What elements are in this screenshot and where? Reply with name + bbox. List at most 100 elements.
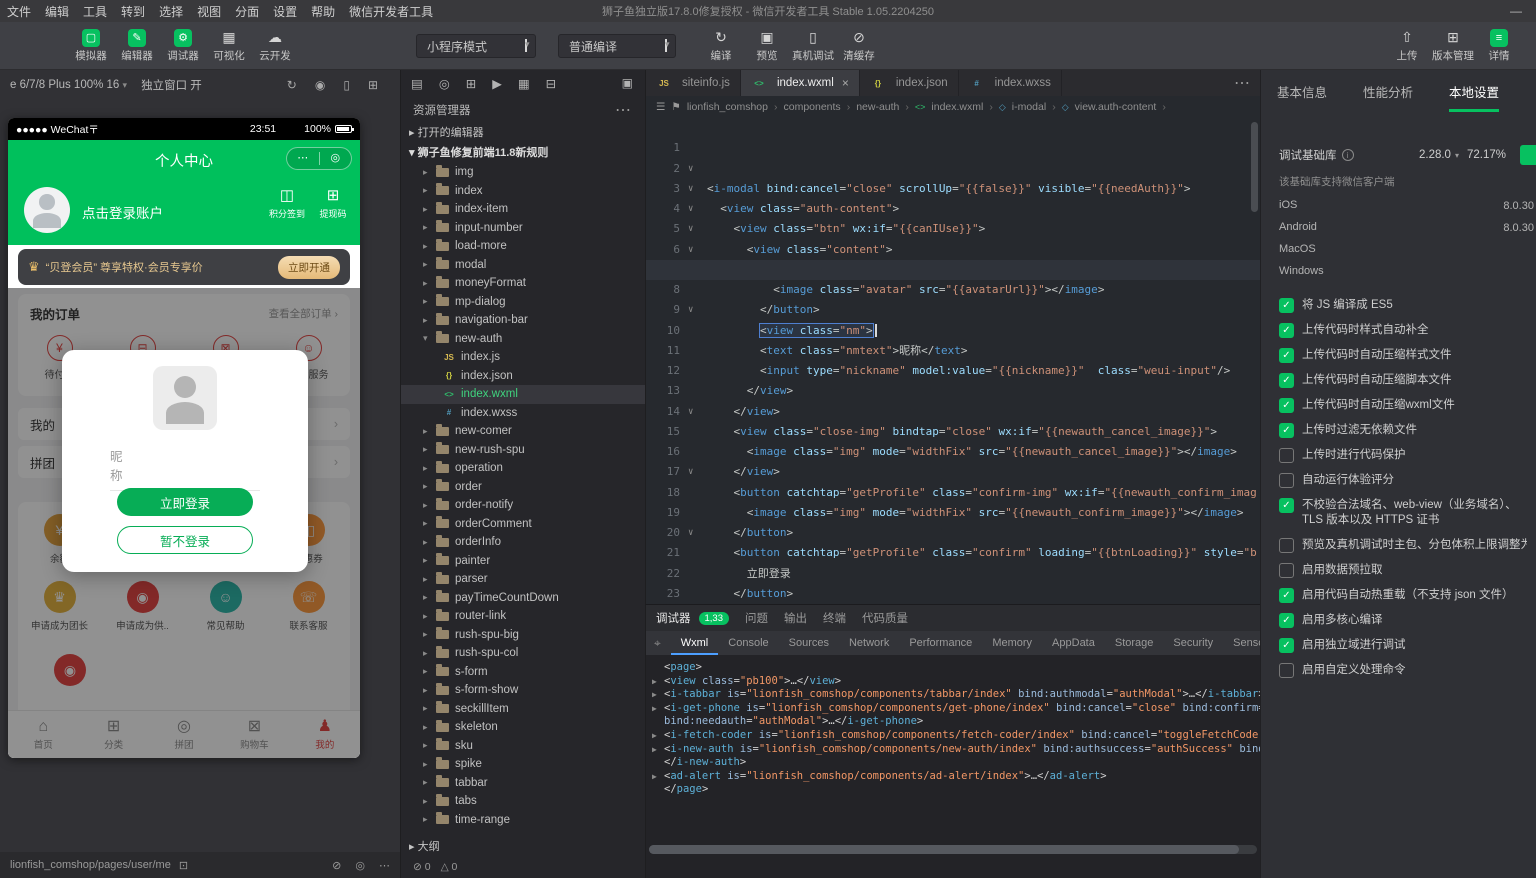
toolbar-button[interactable]: ⇧ 上传	[1384, 29, 1430, 63]
tree-folder[interactable]: ▸ orderComment	[401, 515, 645, 534]
setting-option[interactable]: 预览及真机调试时主包、分包体积上限调整为4	[1279, 538, 1527, 553]
more-icon[interactable]: ⋯	[615, 100, 631, 120]
expand-arrow-icon[interactable]: ▶	[652, 688, 664, 702]
tree-file[interactable]: {} index.json	[401, 367, 645, 386]
toolbar-button[interactable]: ✎ 编辑器	[114, 29, 160, 63]
settings-tab-基本信息[interactable]: 基本信息	[1277, 82, 1327, 112]
checkbox[interactable]: ✓	[1279, 638, 1294, 653]
setting-option[interactable]: ✓ 上传代码时自动压缩wxml文件	[1279, 398, 1527, 413]
editor-tab-siteinfo.js[interactable]: JS siteinfo.js	[646, 70, 741, 96]
devtools-tab-Performance[interactable]: Performance	[899, 631, 982, 655]
login-cancel-button[interactable]: 暂不登录	[117, 526, 253, 554]
tree-folder[interactable]: ▸ sku	[401, 737, 645, 756]
debugger-tab-问题[interactable]: 问题	[745, 610, 768, 626]
search-icon[interactable]: ◎	[439, 76, 450, 91]
toolbar-button[interactable]: ▣ 预览	[744, 29, 790, 63]
checkbox[interactable]: ✓	[1279, 323, 1294, 338]
checkbox[interactable]	[1279, 563, 1294, 578]
open-vip-button[interactable]: 立即开通	[278, 256, 340, 279]
info-icon[interactable]: i	[1342, 149, 1354, 161]
tree-folder[interactable]: ▸ painter	[401, 552, 645, 571]
refresh-icon[interactable]: ↻	[287, 78, 297, 92]
settings-tab-本地设置[interactable]: 本地设置	[1449, 82, 1499, 112]
toolbar-button[interactable]: ☁ 云开发	[252, 29, 298, 63]
menu-item[interactable]: 编辑	[38, 3, 76, 20]
run-icon[interactable]: ▶	[492, 76, 502, 91]
tree-folder[interactable]: ▸ load-more	[401, 237, 645, 256]
switch-library-button[interactable]	[1520, 145, 1536, 165]
checkbox[interactable]: ✓	[1279, 398, 1294, 413]
menu-item[interactable]: 微信开发者工具	[342, 3, 440, 20]
device-select[interactable]: e 6/7/8 Plus 100% 16 ▾	[10, 79, 127, 91]
checkbox[interactable]: ✓	[1279, 373, 1294, 388]
login-confirm-button[interactable]: 立即登录	[117, 488, 253, 516]
setting-option[interactable]: ✓ 不校验合法域名、web-view（业务域名）、TLS 版本以及 HTTPS …	[1279, 498, 1527, 528]
devtools-tab-Network[interactable]: Network	[839, 631, 899, 655]
tree-folder[interactable]: ▾ new-auth	[401, 330, 645, 349]
tree-folder[interactable]: ▸ operation	[401, 459, 645, 478]
copy-icon[interactable]: ⊡	[179, 859, 188, 872]
breadcrumb-item[interactable]: lionfish_comshop	[687, 101, 768, 113]
new-window-icon[interactable]: ▣	[622, 76, 633, 90]
setting-option[interactable]: ✓ 上传代码时样式自动补全	[1279, 323, 1527, 338]
menu-item[interactable]: 文件	[0, 3, 38, 20]
device-icon[interactable]: ▯	[343, 78, 350, 92]
devtools-tab-Sources[interactable]: Sources	[779, 631, 839, 655]
profile-action[interactable]: ⊞ 提现码	[310, 188, 356, 220]
tree-folder[interactable]: ▸ img	[401, 163, 645, 182]
setting-option[interactable]: 启用自定义处理命令	[1279, 663, 1527, 678]
tree-folder[interactable]: ▸ seckillItem	[401, 700, 645, 719]
minimize-button[interactable]: —	[1510, 4, 1522, 18]
devtools-tab-Wxml[interactable]: Wxml	[671, 631, 719, 655]
tree-folder[interactable]: ▸ new-rush-spu	[401, 441, 645, 460]
checkbox[interactable]	[1279, 448, 1294, 463]
breadcrumb-item[interactable]: components	[783, 101, 840, 113]
wxml-node[interactable]: ▶<view class="pb100">…</view>	[652, 675, 1260, 689]
wxml-node[interactable]: ▶<ad-alert is="lionfish_comshop/componen…	[652, 770, 1260, 784]
setting-option[interactable]: 上传时进行代码保护	[1279, 448, 1527, 463]
tree-folder[interactable]: ▸ mp-dialog	[401, 293, 645, 312]
debugger-hscrollbar[interactable]	[649, 845, 1257, 854]
debugger-tab-输出[interactable]: 输出	[784, 610, 807, 626]
extensions-icon[interactable]: ▦	[518, 76, 530, 91]
breadcrumb-item[interactable]: i-modal	[1012, 101, 1046, 113]
setting-option[interactable]: ✓ 上传代码时自动压缩样式文件	[1279, 348, 1527, 363]
devtools-tab-AppData[interactable]: AppData	[1042, 631, 1105, 655]
tree-folder[interactable]: ▸ payTimeCountDown	[401, 589, 645, 608]
setting-option[interactable]: ✓ 启用独立域进行调试	[1279, 638, 1527, 653]
tree-folder[interactable]: ▸ new-comer	[401, 422, 645, 441]
setting-option[interactable]: ✓ 上传代码时自动压缩脚本文件	[1279, 373, 1527, 388]
tree-folder[interactable]: ▸ order-notify	[401, 496, 645, 515]
setting-option[interactable]: 启用数据预拉取	[1279, 563, 1527, 578]
editor-scrollbar[interactable]	[1251, 122, 1258, 212]
package-icon[interactable]: ⊟	[546, 76, 556, 91]
more-icon[interactable]: ⋯	[379, 859, 390, 872]
breadcrumb-item[interactable]: new-auth	[856, 101, 899, 113]
tree-folder[interactable]: ▸ modal	[401, 256, 645, 275]
files-icon[interactable]: ▤	[411, 76, 423, 91]
breadcrumb-item[interactable]: view.auth-content	[1075, 101, 1157, 113]
expand-arrow-icon[interactable]: ▶	[652, 702, 664, 716]
more-icon[interactable]: ⋯	[287, 148, 319, 169]
wxml-node[interactable]: </page>	[652, 783, 1260, 797]
target-icon[interactable]: ◎	[320, 148, 352, 169]
checkbox[interactable]: ✓	[1279, 613, 1294, 628]
menu-item[interactable]: 设置	[266, 3, 304, 20]
bookmark-icon[interactable]: ⚑	[671, 101, 680, 113]
menu-item[interactable]: 分面	[228, 3, 266, 20]
more-icon[interactable]: ⋯	[1234, 73, 1250, 93]
tree-folder[interactable]: ▸ rush-spu-big	[401, 626, 645, 645]
checkbox[interactable]: ✓	[1279, 423, 1294, 438]
devtools-tab-Memory[interactable]: Memory	[982, 631, 1042, 655]
editor-tab-index.wxss[interactable]: # index.wxss	[959, 70, 1062, 96]
tree-folder[interactable]: ▸ navigation-bar	[401, 311, 645, 330]
project-root[interactable]: ▾ 狮子鱼修复前端11.8新规则	[409, 144, 548, 160]
editor-tab-index.json[interactable]: {} index.json	[860, 70, 959, 96]
tree-folder[interactable]: ▸ router-link	[401, 607, 645, 626]
menu-item[interactable]: 工具	[76, 3, 114, 20]
outline-section[interactable]: ▸ 大纲	[409, 838, 440, 854]
checkbox[interactable]	[1279, 538, 1294, 553]
toolbar-button[interactable]: ↻ 编译	[698, 29, 744, 63]
tree-folder[interactable]: ▸ skeleton	[401, 718, 645, 737]
setting-option[interactable]: ✓ 将 JS 编译成 ES5	[1279, 298, 1527, 313]
